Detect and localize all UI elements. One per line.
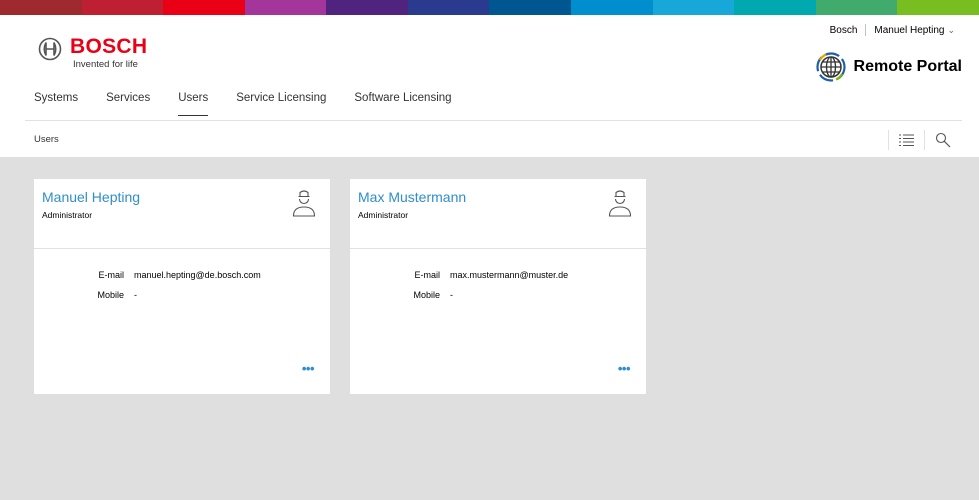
user-icon — [292, 190, 316, 217]
email-value[interactable]: manuel.hepting@de.bosch.com — [134, 270, 261, 280]
nav-item-users[interactable]: Users — [178, 92, 209, 116]
list-view-icon[interactable] — [899, 133, 914, 147]
supergraphic-bar — [0, 0, 979, 15]
bosch-armature-icon — [38, 37, 62, 61]
user-card[interactable]: Max Mustermann Administrator E-mail max.… — [350, 179, 646, 394]
nav-item-systems[interactable]: Systems — [34, 92, 78, 116]
portal-branding: Remote Portal — [815, 52, 962, 82]
mobile-row: Mobile - — [350, 290, 453, 300]
email-value[interactable]: max.mustermann@muster.de — [450, 270, 568, 280]
divider — [888, 130, 889, 150]
nav-item-service-licensing[interactable]: Service Licensing — [236, 92, 326, 116]
supergraphic-segment — [163, 0, 245, 15]
supergraphic-segment — [734, 0, 816, 15]
nav-item-services[interactable]: Services — [106, 92, 150, 116]
supergraphic-segment — [326, 0, 408, 15]
breadcrumb: Users — [34, 134, 59, 145]
more-options-button[interactable]: ••• — [618, 361, 631, 376]
mobile-value: - — [450, 290, 453, 300]
email-row: E-mail max.mustermann@muster.de — [350, 270, 568, 280]
mobile-value: - — [134, 290, 137, 300]
user-name[interactable]: Max Mustermann — [358, 189, 466, 205]
brand-tagline: Invented for life — [73, 59, 138, 70]
supergraphic-segment — [652, 0, 735, 15]
breadcrumb-current: Users — [34, 134, 59, 145]
supergraphic-segment — [0, 0, 82, 15]
mobile-label: Mobile — [97, 290, 124, 300]
user-card[interactable]: Manuel Hepting Administrator E-mail manu… — [34, 179, 330, 394]
brand-name: BOSCH — [70, 35, 148, 58]
email-row: E-mail manuel.hepting@de.bosch.com — [34, 270, 261, 280]
mobile-row: Mobile - — [34, 290, 137, 300]
user-name[interactable]: Manuel Hepting — [42, 189, 140, 205]
supergraphic-segment — [815, 0, 898, 15]
supergraphic-segment — [407, 0, 490, 15]
portal-title: Remote Portal — [853, 58, 962, 75]
user-menu[interactable]: Manuel Hepting ⌄ — [874, 25, 955, 36]
nav-item-software-licensing[interactable]: Software Licensing — [354, 92, 451, 116]
mobile-label: Mobile — [413, 290, 440, 300]
globe-icon — [815, 52, 846, 82]
supergraphic-segment — [489, 0, 572, 15]
email-label: E-mail — [414, 270, 440, 280]
supergraphic-segment — [571, 0, 653, 15]
user-icon — [608, 190, 632, 217]
main-nav: Systems Services Users Service Licensing… — [34, 92, 480, 116]
supergraphic-segment — [244, 0, 327, 15]
user-role: Administrator — [42, 210, 93, 220]
header-divider — [25, 120, 962, 121]
user-menu-label: Manuel Hepting — [874, 24, 945, 36]
supergraphic-segment — [81, 0, 164, 15]
divider — [924, 130, 925, 150]
email-label: E-mail — [98, 270, 124, 280]
company-link[interactable]: Bosch — [830, 25, 858, 36]
view-toolbar — [888, 130, 951, 150]
user-card-header: Manuel Hepting Administrator — [34, 179, 330, 249]
user-card-header: Max Mustermann Administrator — [350, 179, 646, 249]
search-icon[interactable] — [935, 132, 951, 148]
chevron-down-icon: ⌄ — [947, 24, 955, 35]
top-links: Bosch Manuel Hepting ⌄ — [830, 24, 955, 36]
more-options-button[interactable]: ••• — [302, 361, 315, 376]
user-role: Administrator — [358, 210, 409, 220]
divider — [865, 24, 867, 36]
bosch-logo[interactable]: BOSCH Invented for life — [38, 36, 147, 70]
supergraphic-segment — [897, 0, 979, 15]
